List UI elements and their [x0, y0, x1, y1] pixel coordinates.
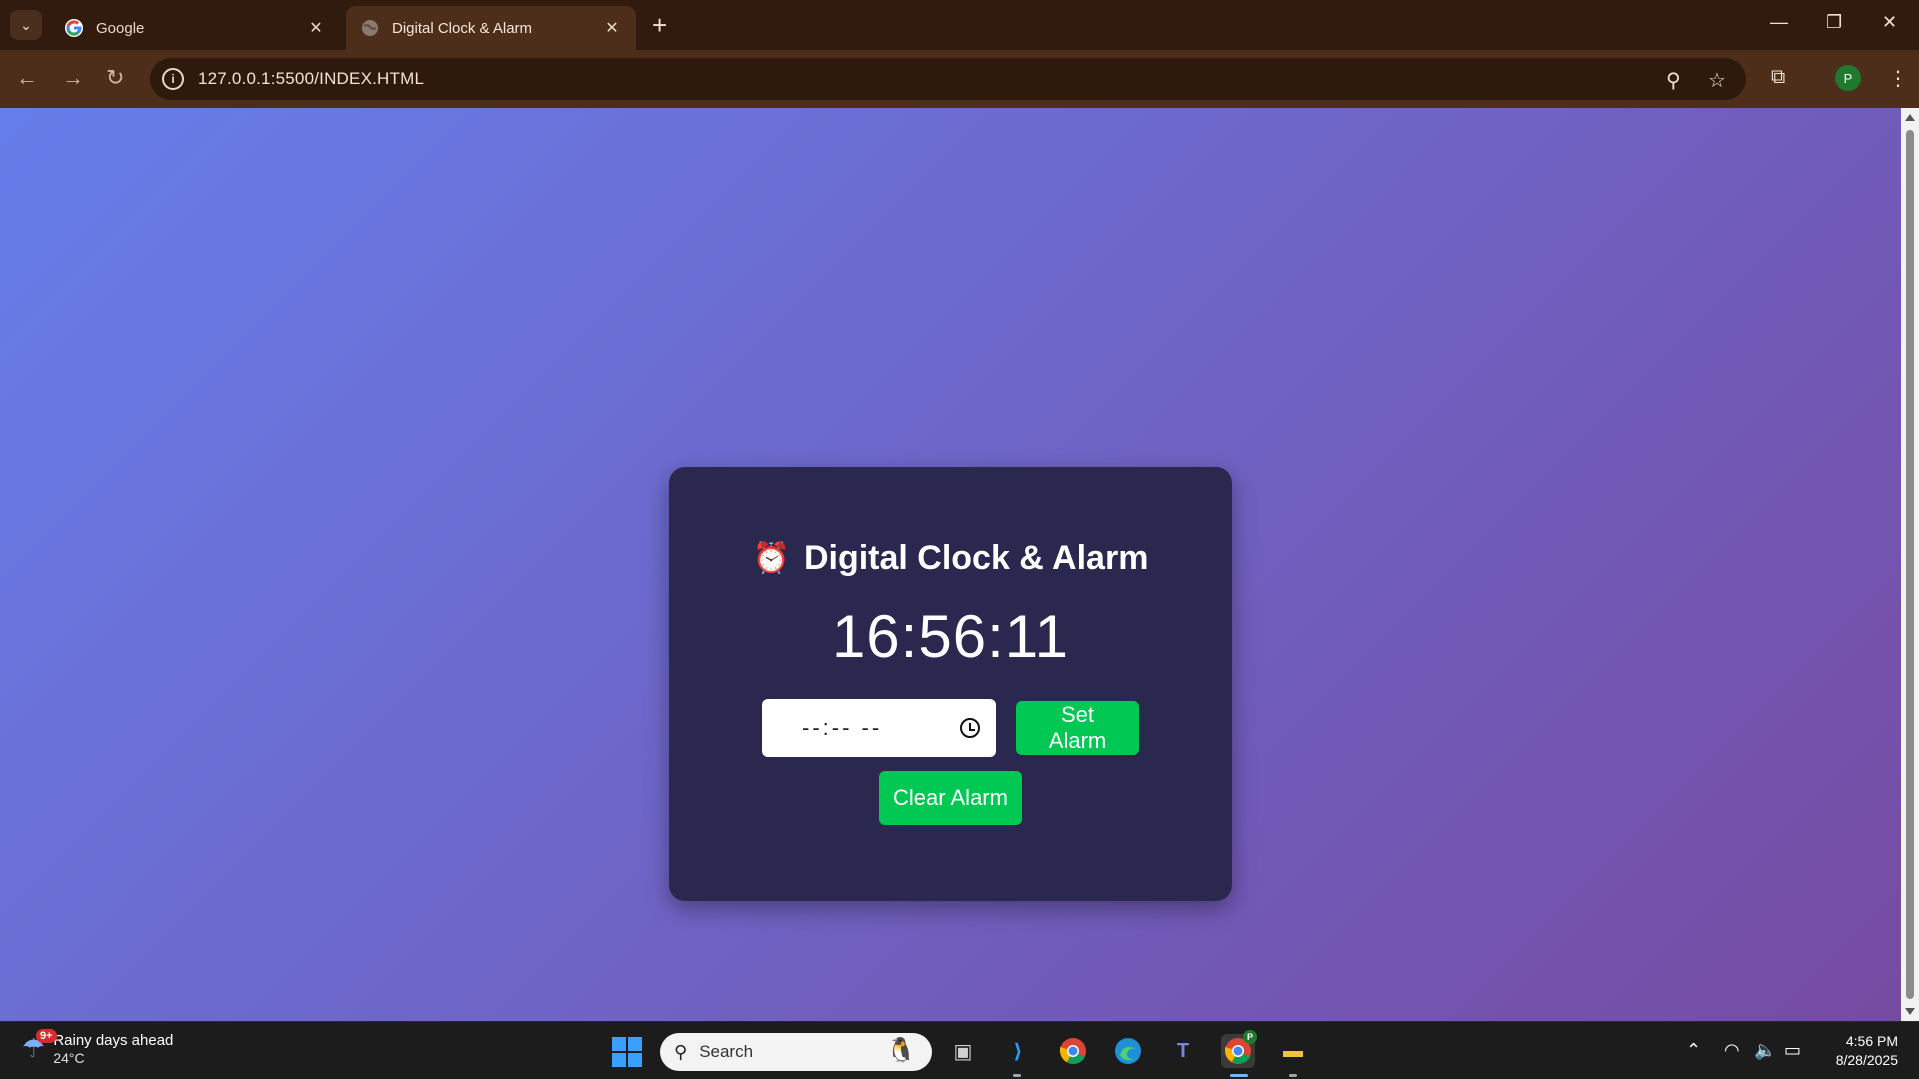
alarm-time-value[interactable]: --:-- -- — [802, 715, 960, 741]
weather-widget[interactable]: ☂ 9+ Rainy days ahead 24°C — [22, 1029, 174, 1066]
system-date: 8/28/2025 — [1835, 1052, 1898, 1068]
page-title-text: Digital Clock & Alarm — [803, 539, 1149, 577]
battery-icon[interactable]: ▭ — [1784, 1040, 1801, 1061]
chrome-icon[interactable] — [1056, 1034, 1090, 1068]
file-explorer-icon[interactable]: ▬ — [1276, 1034, 1310, 1068]
site-info-icon[interactable]: i — [162, 68, 184, 90]
browser-toolbar: ← → ↻ i 127.0.0.1:5500/INDEX.HTML ⚲ ☆ ⧉ … — [0, 50, 1919, 108]
weather-temperature: 24°C — [53, 1050, 85, 1066]
clock-card: ⏰ Digital Clock & Alarm 16:56:11 --:-- -… — [669, 467, 1232, 901]
forward-arrow-icon[interactable]: → — [62, 66, 84, 90]
tab-title: Google — [96, 19, 145, 37]
scroll-up-arrow-icon[interactable] — [1905, 114, 1915, 121]
back-arrow-icon[interactable]: ← — [16, 66, 38, 90]
search-placeholder: Search — [699, 1042, 754, 1061]
extensions-puzzle-icon[interactable]: ⧉ — [1771, 66, 1785, 89]
url-text[interactable]: 127.0.0.1:5500/INDEX.HTML — [198, 69, 424, 89]
task-view-icon[interactable]: ▣ — [946, 1034, 980, 1068]
digital-clock-display: 16:56:11 — [831, 603, 1070, 670]
umbrella-icon: ☂ 9+ — [22, 1029, 57, 1064]
tab-title: Digital Clock & Alarm — [392, 19, 533, 37]
alarm-clock-icon: ⏰ — [752, 542, 790, 575]
time-picker-icon[interactable] — [960, 718, 980, 738]
profile-badge: P — [1243, 1030, 1257, 1044]
windows-taskbar: ☂ 9+ Rainy days ahead 24°C ⚲ Search 🐧 ▣ … — [0, 1021, 1919, 1079]
weather-text: Rainy days ahead — [53, 1032, 174, 1049]
set-alarm-button[interactable]: Set Alarm — [1016, 701, 1139, 755]
system-clock[interactable]: 4:56 PM 8/28/2025 — [1826, 1032, 1898, 1070]
page-viewport: ⏰ Digital Clock & Alarm 16:56:11 --:-- -… — [0, 108, 1901, 1021]
alarm-controls: --:-- -- Set Alarm — [762, 699, 1139, 757]
puffin-search-highlight-icon: 🐧 — [886, 1037, 916, 1064]
windows-start-icon[interactable] — [612, 1037, 642, 1067]
clear-alarm-button[interactable]: Clear Alarm — [879, 771, 1022, 825]
globe-icon — [362, 20, 378, 36]
chevron-up-icon[interactable]: ⌃ — [1686, 1040, 1701, 1061]
search-icon: ⚲ — [674, 1041, 688, 1062]
edge-logo-icon — [1115, 1038, 1141, 1064]
more-menu-icon[interactable]: ⋮ — [1888, 66, 1908, 91]
tab-strip: ⌄ Google ✕ Digital Clock & Alarm ✕ + — ❐… — [0, 0, 1919, 50]
scrollbar-thumb[interactable] — [1906, 130, 1914, 999]
tab-google[interactable]: Google ✕ — [50, 6, 340, 50]
edge-icon[interactable] — [1111, 1034, 1145, 1068]
chrome-active-indicator — [1230, 1074, 1248, 1077]
restore-button[interactable]: ❐ — [1826, 12, 1842, 33]
reload-icon[interactable]: ↻ — [106, 66, 124, 90]
tab-search-button[interactable]: ⌄ — [10, 10, 42, 40]
vertical-scrollbar[interactable] — [1901, 108, 1919, 1021]
alarm-time-input[interactable]: --:-- -- — [762, 699, 996, 757]
scroll-down-arrow-icon[interactable] — [1905, 1008, 1915, 1015]
minimize-button[interactable]: — — [1770, 12, 1788, 33]
google-g-icon — [65, 19, 83, 37]
vscode-icon[interactable]: ⟩ — [1001, 1034, 1035, 1068]
weather-notification-badge: 9+ — [36, 1029, 57, 1043]
explorer-running-indicator — [1289, 1074, 1297, 1077]
tab-digital-clock[interactable]: Digital Clock & Alarm ✕ — [346, 6, 636, 50]
taskbar-search[interactable]: ⚲ Search 🐧 — [660, 1033, 932, 1071]
teams-icon[interactable]: T — [1166, 1034, 1200, 1068]
profile-avatar[interactable]: P — [1835, 65, 1861, 91]
close-icon[interactable]: ✕ — [306, 18, 326, 38]
chevron-down-icon: ⌄ — [20, 16, 32, 33]
volume-icon[interactable]: 🔈 — [1754, 1040, 1776, 1061]
page-title: ⏰ Digital Clock & Alarm — [753, 539, 1149, 578]
zoom-icon[interactable]: ⚲ — [1666, 68, 1681, 93]
vscode-running-indicator — [1013, 1074, 1021, 1077]
system-time: 4:56 PM — [1845, 1033, 1898, 1049]
bookmark-star-icon[interactable]: ☆ — [1708, 68, 1726, 93]
chrome-profile-icon[interactable]: P — [1221, 1030, 1257, 1068]
wifi-icon[interactable]: ◠ — [1724, 1040, 1740, 1061]
close-icon[interactable]: ✕ — [602, 18, 622, 38]
chrome-logo-icon — [1060, 1038, 1086, 1064]
new-tab-button[interactable]: + — [652, 10, 667, 40]
address-bar[interactable]: i 127.0.0.1:5500/INDEX.HTML ⚲ ☆ — [150, 58, 1746, 100]
close-window-button[interactable]: ✕ — [1882, 12, 1897, 33]
